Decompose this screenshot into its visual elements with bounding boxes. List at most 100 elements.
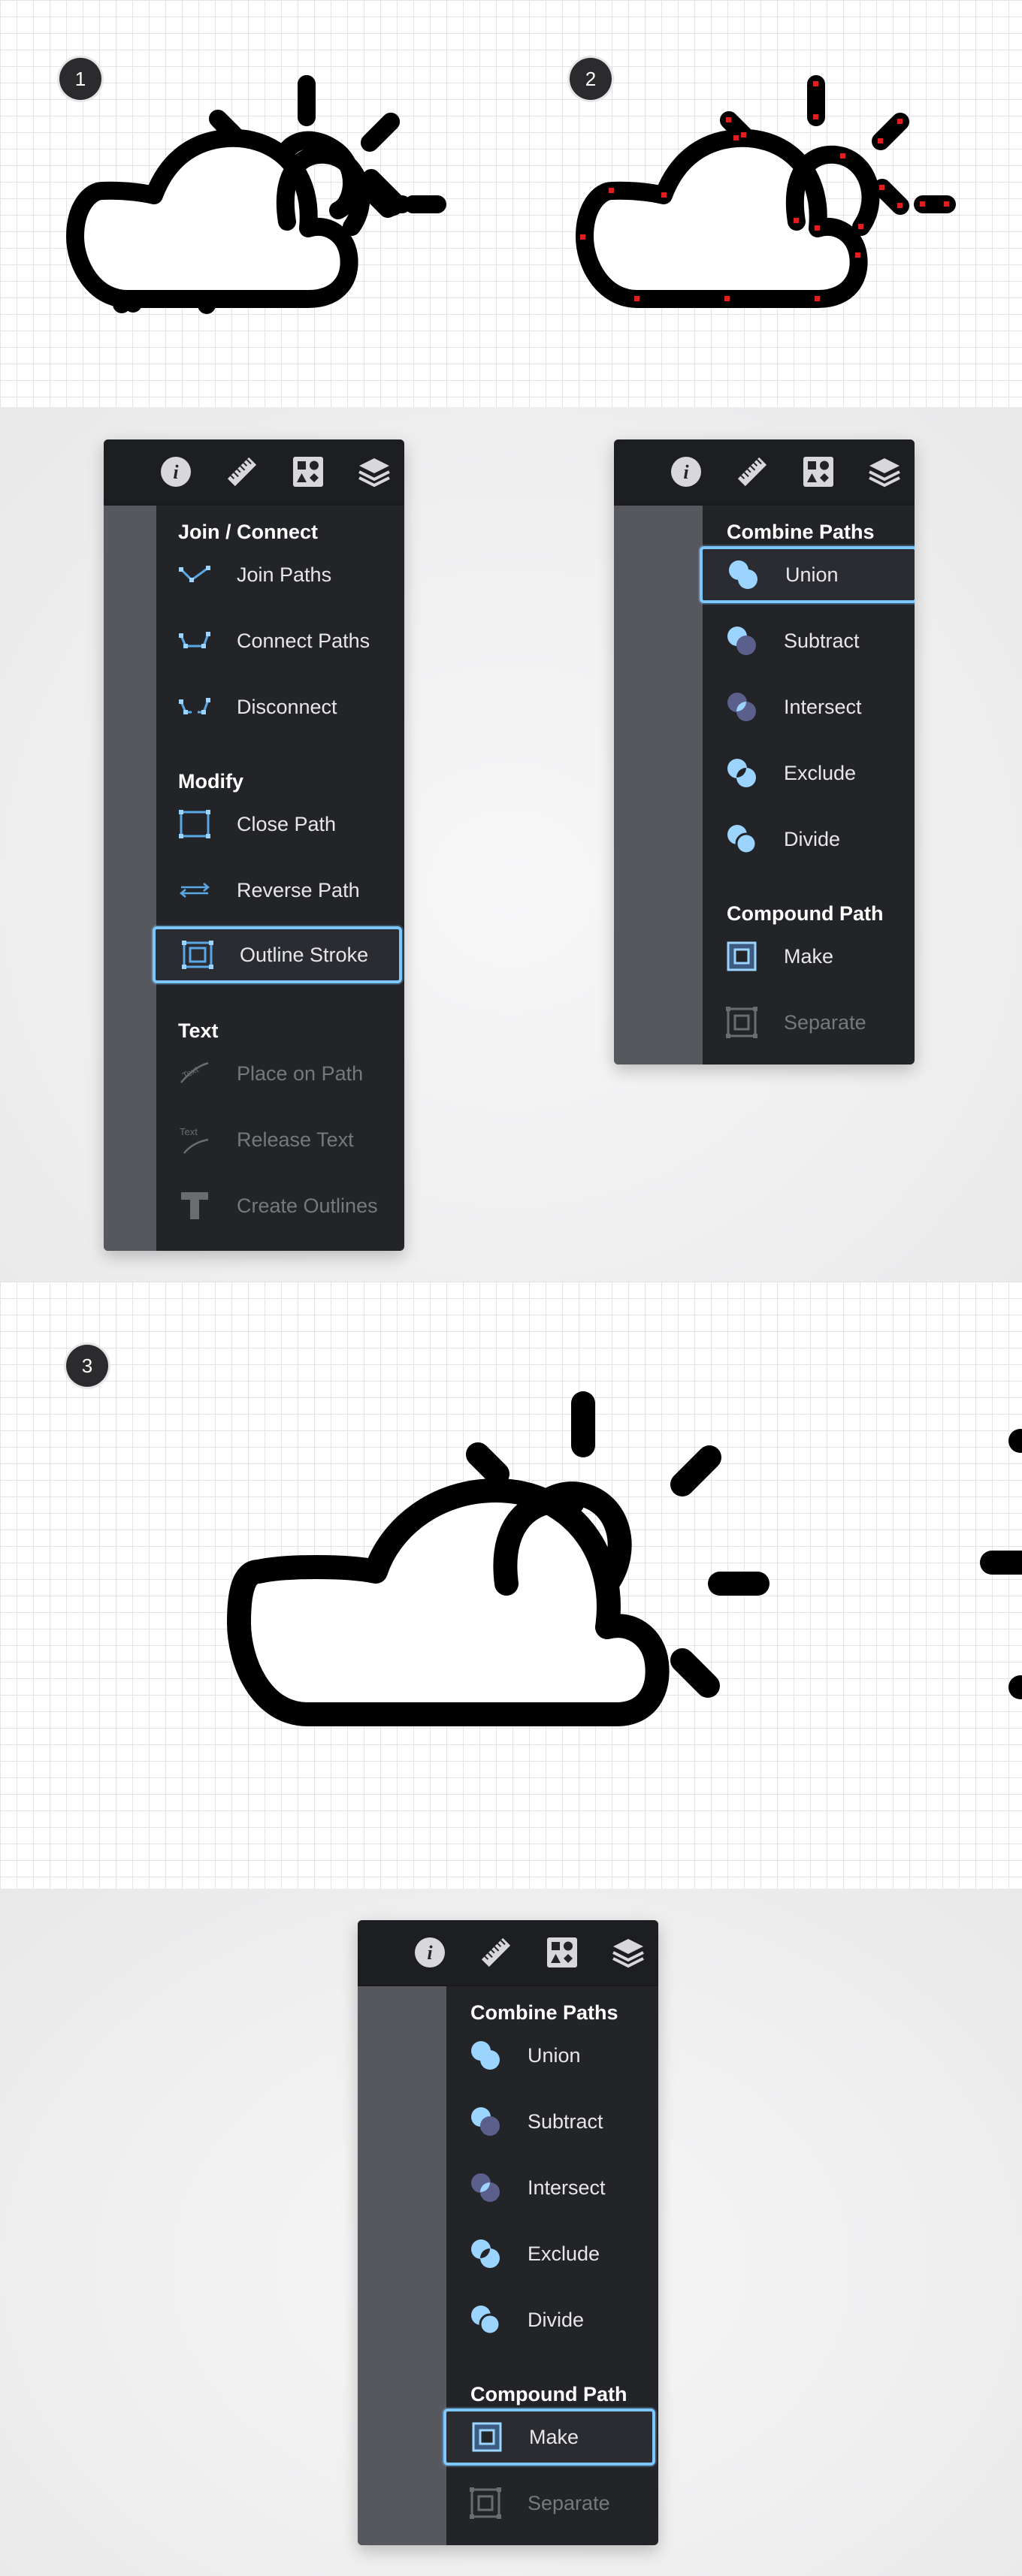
section-combine-paths: Combine Paths bbox=[727, 521, 875, 543]
menu-item-make[interactable]: Make bbox=[443, 2408, 655, 2466]
menu-item-reverse-path[interactable]: Reverse Path bbox=[177, 862, 402, 919]
menu-item-label: Subtract bbox=[784, 629, 860, 652]
menu-item-label: Separate bbox=[528, 2491, 610, 2514]
menu-item-label: Divide bbox=[784, 827, 841, 850]
svg-text:i: i bbox=[683, 461, 689, 483]
menu-item-union[interactable]: Union bbox=[700, 546, 915, 603]
ruler-icon[interactable] bbox=[479, 1936, 513, 1969]
menu-item-join-paths[interactable]: Join Paths bbox=[177, 546, 402, 603]
menu-item-label: Outline Stroke bbox=[240, 943, 369, 966]
menu-item-union[interactable]: Union bbox=[467, 2027, 655, 2084]
menu-item-outline-stroke[interactable]: Outline Stroke bbox=[153, 926, 402, 983]
menu-item-separate[interactable]: Separate bbox=[724, 994, 912, 1051]
intersect-icon bbox=[724, 689, 760, 725]
union-icon bbox=[467, 2037, 503, 2073]
menu-item-close-path[interactable]: Close Path bbox=[177, 796, 402, 853]
menu-item-label: Release Text bbox=[237, 1128, 354, 1151]
separate-compound-icon bbox=[724, 1004, 760, 1040]
section-compound-path: Compound Path bbox=[727, 902, 884, 925]
menu-item-release-text[interactable]: Text Release Text bbox=[177, 1111, 402, 1168]
menu-item-exclude[interactable]: Exclude bbox=[467, 2225, 655, 2282]
menu-item-divide[interactable]: Divide bbox=[467, 2291, 655, 2348]
outline-stroke-icon bbox=[180, 937, 216, 973]
menu-item-label: Exclude bbox=[784, 761, 857, 784]
intersect-icon bbox=[467, 2170, 503, 2206]
join-paths-icon bbox=[177, 557, 213, 593]
menu-item-place-on-path[interactable]: Text Place on Path bbox=[177, 1045, 402, 1102]
place-on-path-icon: Text bbox=[177, 1055, 213, 1092]
divide-icon bbox=[724, 821, 760, 857]
make-compound-icon bbox=[724, 938, 760, 974]
menu-item-label: Connect Paths bbox=[237, 629, 370, 652]
union-icon bbox=[725, 557, 761, 593]
menu-item-label: Intersect bbox=[784, 695, 862, 718]
menu-item-label: Make bbox=[529, 2425, 579, 2448]
menu-item-label: Create Outlines bbox=[237, 1194, 378, 1217]
section-join-connect: Join / Connect bbox=[178, 521, 319, 543]
shapes-icon[interactable] bbox=[546, 1936, 579, 1969]
info-icon[interactable]: i bbox=[670, 455, 703, 488]
menu-item-separate[interactable]: Separate bbox=[467, 2475, 655, 2532]
menu-item-create-outlines[interactable]: Create Outlines bbox=[177, 1177, 402, 1234]
panel-body: Combine Paths Union Subtract Intersect E… bbox=[614, 506, 915, 1065]
menu-item-label: Reverse Path bbox=[237, 878, 360, 901]
menu-item-label: Disconnect bbox=[237, 695, 337, 718]
exclude-icon bbox=[724, 755, 760, 791]
panel-body: Combine Paths Union Subtract Intersect E… bbox=[358, 1986, 658, 2545]
cloud-sun-icon-large bbox=[227, 1391, 770, 1726]
layers-icon[interactable] bbox=[358, 455, 391, 488]
menu-item-label: Join Paths bbox=[237, 563, 332, 586]
menu-item-connect-paths[interactable]: Connect Paths bbox=[177, 612, 402, 669]
panel-toolbar: i bbox=[104, 439, 404, 506]
panel-toolbar: i bbox=[614, 439, 915, 506]
menu-item-label: Subtract bbox=[528, 2109, 603, 2133]
svg-text:i: i bbox=[173, 461, 179, 483]
shapes-icon[interactable] bbox=[292, 455, 325, 488]
panel-path-operations: i Join / Connect Join Paths Connect Path… bbox=[104, 439, 404, 1251]
ruler-icon[interactable] bbox=[225, 455, 259, 488]
disconnect-icon bbox=[177, 689, 213, 725]
menu-item-label: Intersect bbox=[528, 2176, 606, 2199]
menu-item-divide[interactable]: Divide bbox=[724, 811, 912, 868]
panel-rail bbox=[104, 506, 156, 1251]
shapes-icon[interactable] bbox=[802, 455, 835, 488]
menu-item-label: Separate bbox=[784, 1010, 866, 1034]
menu-item-label: Divide bbox=[528, 2308, 585, 2331]
section-modify: Modify bbox=[178, 770, 243, 793]
partial-artwork-edge bbox=[980, 1429, 1022, 1699]
menu-item-label: Exclude bbox=[528, 2242, 600, 2265]
exclude-icon bbox=[467, 2236, 503, 2272]
make-compound-icon bbox=[469, 2419, 505, 2455]
menu-item-label: Close Path bbox=[237, 812, 337, 835]
svg-text:Text: Text bbox=[180, 1064, 201, 1081]
info-icon[interactable]: i bbox=[159, 455, 192, 488]
subtract-icon bbox=[724, 623, 760, 659]
panel-combine-paths: i Combine Paths Union Subtract Intersect… bbox=[614, 439, 915, 1065]
menu-item-label: Place on Path bbox=[237, 1062, 364, 1085]
menu-item-disconnect[interactable]: Disconnect bbox=[177, 678, 402, 735]
menu-item-label: Union bbox=[528, 2043, 581, 2067]
menu-item-exclude[interactable]: Exclude bbox=[724, 744, 912, 802]
menu-item-subtract[interactable]: Subtract bbox=[724, 612, 912, 669]
release-text-icon: Text bbox=[177, 1122, 213, 1158]
menu-item-label: Make bbox=[784, 944, 834, 968]
divide-icon bbox=[467, 2302, 503, 2338]
section-text: Text bbox=[178, 1019, 219, 1042]
menu-item-subtract[interactable]: Subtract bbox=[467, 2093, 655, 2150]
layers-icon[interactable] bbox=[868, 455, 901, 488]
panel-toolbar: i bbox=[358, 1920, 658, 1986]
section-compound-path: Compound Path bbox=[470, 2383, 627, 2405]
section-combine-paths: Combine Paths bbox=[470, 2001, 618, 2024]
panel-combine-paths-2: i Combine Paths Union Subtract Intersect… bbox=[358, 1920, 658, 2545]
svg-text:i: i bbox=[427, 1942, 433, 1964]
close-path-icon bbox=[177, 806, 213, 842]
panel-rail bbox=[358, 1986, 446, 2545]
ruler-icon[interactable] bbox=[736, 455, 769, 488]
subtract-icon bbox=[467, 2103, 503, 2140]
info-icon[interactable]: i bbox=[413, 1936, 446, 1969]
menu-item-make[interactable]: Make bbox=[724, 928, 912, 985]
menu-item-intersect[interactable]: Intersect bbox=[467, 2159, 655, 2216]
menu-item-intersect[interactable]: Intersect bbox=[724, 678, 912, 735]
step1-artwork bbox=[66, 75, 446, 308]
layers-icon[interactable] bbox=[612, 1936, 645, 1969]
